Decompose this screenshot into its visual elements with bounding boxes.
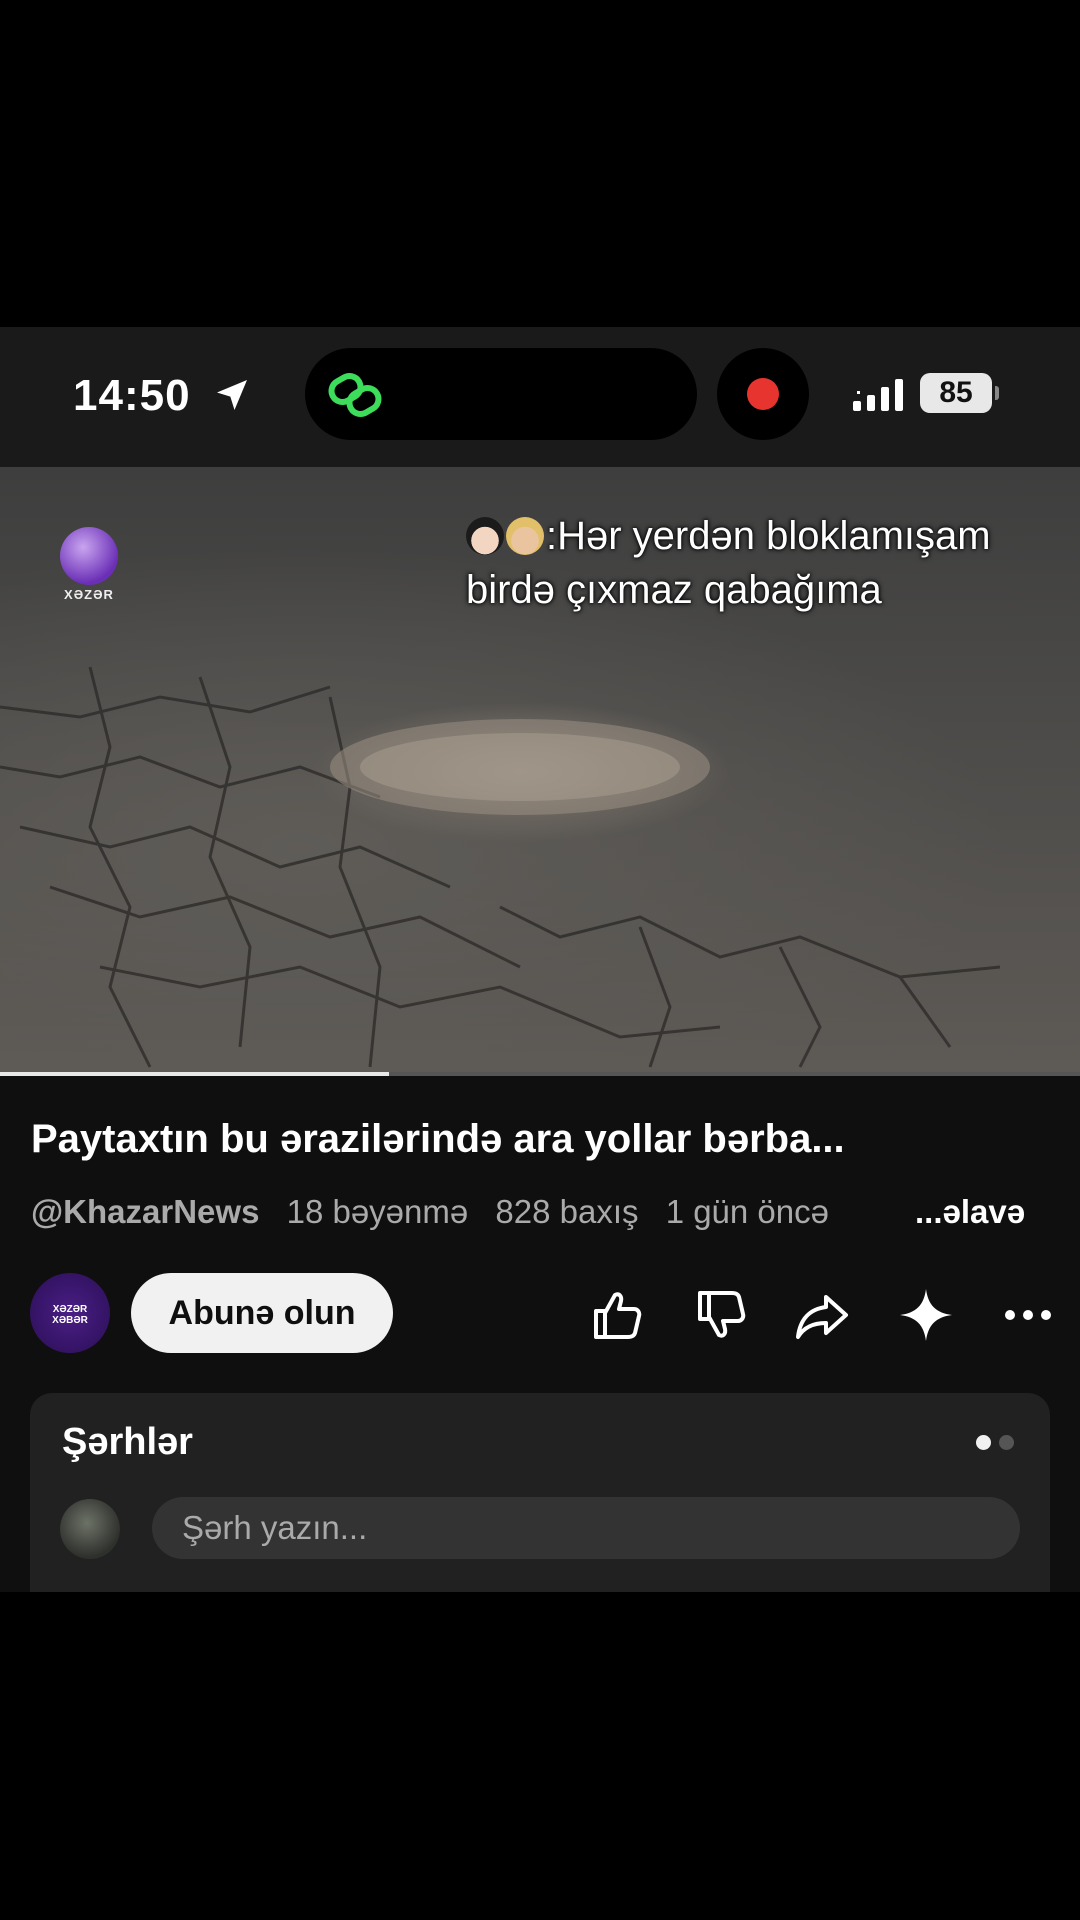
- comments-page-indicator: [968, 1435, 1014, 1455]
- battery-icon: 85: [920, 373, 999, 413]
- dislike-icon[interactable]: [692, 1287, 748, 1343]
- like-count: 18 bəyənmə: [286, 1193, 469, 1230]
- location-arrow-icon: [217, 380, 247, 410]
- channel-avatar-text: XƏZƏR XƏBƏR: [52, 1304, 88, 1326]
- video-progress-fill: [0, 1072, 389, 1076]
- video-title[interactable]: Paytaxtın bu ərazilərində ara yollar bər…: [31, 1117, 1061, 1162]
- subscribe-button[interactable]: Abunə olun: [131, 1273, 393, 1353]
- remix-icon[interactable]: [898, 1287, 954, 1343]
- link-icon: [328, 373, 382, 417]
- share-icon[interactable]: [794, 1287, 850, 1343]
- video-player[interactable]: XƏZƏR :Hər yerdən bloklamışam birdə çıxm…: [0, 467, 1080, 1072]
- phone-screen: 14:50 85 XƏZƏR:Hər yerdən bloklamışam b…: [0, 327, 1080, 1592]
- channel-avatar[interactable]: XƏZƏR XƏBƏR: [30, 1273, 110, 1353]
- woman-dark-hair-emoji-icon: [466, 517, 504, 555]
- video-metadata[interactable]: @KhazarNews 18 bəyənmə 828 baxış 1 gün ö…: [31, 1193, 891, 1231]
- status-bar: 14:50 85: [0, 327, 1080, 467]
- caption-line-1: :Hər yerdən bloklamışam: [546, 514, 991, 558]
- record-icon: [747, 378, 779, 410]
- xezer-logo-text: XƏZƏR: [64, 587, 114, 602]
- user-avatar: [60, 1499, 120, 1559]
- caption-line-2: birdə çıxmaz qabağıma: [466, 568, 882, 612]
- channel-handle[interactable]: @KhazarNews: [31, 1193, 259, 1230]
- page-dot: [999, 1435, 1014, 1450]
- screen-recording-indicator[interactable]: [717, 348, 809, 440]
- video-caption-overlay: :Hər yerdən bloklamışam birdə çıxmaz qab…: [466, 509, 1076, 617]
- more-description-link[interactable]: ...əlavə: [895, 1193, 1026, 1231]
- page-dot: [976, 1435, 991, 1450]
- comments-card[interactable]: Şərhlər Şərh yazın...: [30, 1393, 1050, 1592]
- more-icon[interactable]: [1000, 1287, 1056, 1343]
- woman-blond-hair-emoji-icon: [506, 517, 544, 555]
- comment-input[interactable]: Şərh yazın...: [152, 1497, 1020, 1559]
- like-icon[interactable]: [588, 1287, 644, 1343]
- video-progress-bar[interactable]: [0, 1072, 1080, 1076]
- view-count: 828 baxış: [495, 1193, 639, 1230]
- xezer-watermark-logo: XƏZƏR: [58, 527, 120, 607]
- comments-title: Şərhlər: [62, 1421, 193, 1463]
- upload-age: 1 gün öncə: [665, 1193, 829, 1230]
- signal-icon: [853, 379, 903, 411]
- xezer-logo-icon: [60, 527, 118, 585]
- dynamic-island[interactable]: [305, 348, 697, 440]
- status-time: 14:50: [73, 371, 191, 420]
